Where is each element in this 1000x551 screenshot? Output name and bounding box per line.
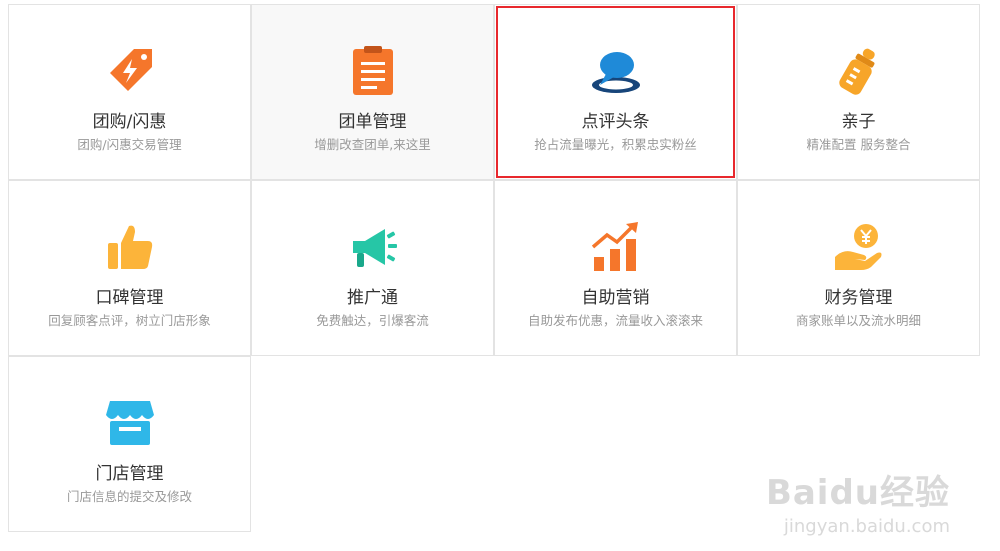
tile-promotion[interactable]: 推广通 免费触达，引爆客流 bbox=[251, 180, 494, 356]
storefront-icon bbox=[104, 397, 156, 449]
tile-description: 商家账单以及流水明细 bbox=[795, 313, 921, 328]
megaphone-icon bbox=[347, 221, 399, 273]
baby-bottle-icon bbox=[833, 45, 885, 97]
watermark-logo: Baidu经验 bbox=[765, 473, 950, 513]
tile-title: 亲子 bbox=[841, 112, 876, 132]
tile-title: 财务管理 bbox=[824, 288, 893, 308]
growth-chart-icon bbox=[590, 221, 642, 273]
tile-self-marketing[interactable]: 自助营销 自助发布优惠，流量收入滚滚来 bbox=[494, 180, 737, 356]
tile-title: 团购/闪惠 bbox=[92, 112, 167, 132]
clipboard-icon bbox=[347, 45, 399, 97]
tile-parenting[interactable]: 亲子 精准配置 服务整合 bbox=[737, 4, 980, 180]
thumbs-up-icon bbox=[104, 221, 156, 273]
tile-headline[interactable]: 点评头条 抢占流量曝光，积累忠实粉丝 bbox=[494, 4, 737, 180]
tile-description: 回复顾客点评，树立门店形象 bbox=[48, 313, 211, 328]
tile-description: 免费触达，引爆客流 bbox=[316, 313, 429, 328]
watermark: Baidu经验 jingyan.baidu.com bbox=[766, 465, 950, 537]
tile-title: 自助营销 bbox=[581, 288, 650, 308]
tile-description: 自助发布优惠，流量收入滚滚来 bbox=[527, 313, 703, 328]
tile-title: 推广通 bbox=[347, 288, 398, 308]
coin-hand-icon bbox=[833, 221, 885, 273]
speech-bubble-icon bbox=[590, 45, 642, 97]
tile-store-management[interactable]: 门店管理 门店信息的提交及修改 bbox=[8, 356, 251, 532]
tile-reputation[interactable]: 口碑管理 回复顾客点评，树立门店形象 bbox=[8, 180, 251, 356]
lightning-tag-icon bbox=[104, 45, 156, 97]
tile-description: 精准配置 服务整合 bbox=[806, 137, 911, 152]
tile-title: 口碑管理 bbox=[95, 288, 164, 308]
tile-description: 门店信息的提交及修改 bbox=[66, 489, 192, 504]
tile-description: 抢占流量曝光，积累忠实粉丝 bbox=[534, 137, 697, 152]
tile-deal-management[interactable]: 团单管理 增删改查团单,来这里 bbox=[251, 4, 494, 180]
tile-title: 团单管理 bbox=[338, 112, 407, 132]
tile-title: 门店管理 bbox=[95, 464, 164, 484]
tile-finance[interactable]: 财务管理 商家账单以及流水明细 bbox=[737, 180, 980, 356]
tile-title: 点评头条 bbox=[581, 112, 650, 132]
tile-group-buy[interactable]: 团购/闪惠 团购/闪惠交易管理 bbox=[8, 4, 251, 180]
watermark-url: jingyan.baidu.com bbox=[783, 516, 950, 537]
tile-description: 增删改查团单,来这里 bbox=[314, 137, 431, 152]
tile-description: 团购/闪惠交易管理 bbox=[77, 137, 182, 152]
